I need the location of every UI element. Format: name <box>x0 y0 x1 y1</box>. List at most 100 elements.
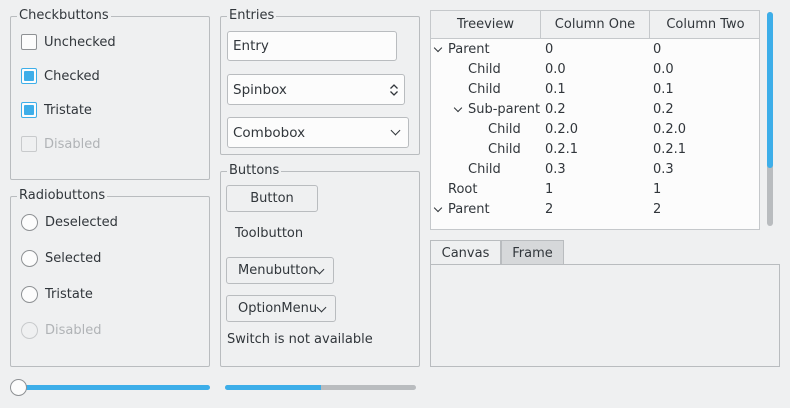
expand-chevron-icon[interactable] <box>433 43 443 53</box>
switch-label: Switch is not available <box>227 332 373 347</box>
tree-cell-column-one: 0.1 <box>545 82 566 97</box>
tree-cell-column-one: 0.2.1 <box>545 142 579 157</box>
tree-row[interactable]: Parent 0 0 <box>431 40 759 60</box>
button[interactable]: Button <box>226 185 318 212</box>
tree-cell-name: Child <box>468 82 501 97</box>
checkbutton-label: Disabled <box>44 136 101 152</box>
checkbutton-disabled: Disabled <box>21 135 100 153</box>
tree-cell-name: Root <box>448 182 478 197</box>
entry-value: Entry <box>233 38 269 54</box>
entry-field[interactable]: Entry <box>227 31 397 61</box>
optionmenu[interactable]: OptionMenu <box>226 295 336 322</box>
tree-cell-name: Child <box>488 142 521 157</box>
checkbutton-checked[interactable]: Checked <box>21 67 100 85</box>
tree-cell-column-two: 0.3 <box>653 162 674 177</box>
scale-trough[interactable] <box>18 385 210 390</box>
progressbar-fill <box>225 385 321 390</box>
tree-row[interactable]: Sub-parent 0.2 0.2 <box>431 100 759 120</box>
combobox-field[interactable]: Combobox <box>227 117 409 148</box>
radiobutton-label: Deselected <box>45 214 118 230</box>
checkbox-unchecked-icon <box>21 34 37 50</box>
tree-cell-column-one: 0.2 <box>545 102 566 117</box>
checkbutton-unchecked[interactable]: Unchecked <box>21 33 116 51</box>
spinbox-field[interactable]: Spinbox <box>227 74 405 105</box>
tree-cell-name: Parent <box>448 42 490 57</box>
radio-off-icon <box>21 213 38 231</box>
tree-row[interactable]: Child 0.3 0.3 <box>431 160 759 180</box>
radiobutton-deselected[interactable]: Deselected <box>21 213 118 231</box>
spin-arrows-icon[interactable] <box>389 83 399 97</box>
checkbox-checked-icon <box>21 68 37 84</box>
expand-chevron-icon[interactable] <box>453 103 463 113</box>
radiobutton-label: Disabled <box>45 322 102 338</box>
tree-header-treeview[interactable]: Treeview <box>431 11 541 39</box>
tree-cell-column-one: 0 <box>545 42 554 57</box>
tree-row[interactable]: Child 0.0 0.0 <box>431 60 759 80</box>
buttons-title: Buttons <box>227 163 282 179</box>
toolbutton-label: Toolbutton <box>235 226 304 241</box>
tree-header-column-one[interactable]: Column One <box>541 11 650 39</box>
checkbox-tristate-icon <box>21 102 37 118</box>
tree-cell-column-one: 2 <box>545 202 554 217</box>
tab-canvas[interactable]: Canvas <box>430 240 501 265</box>
tree-cell-column-one: 0.3 <box>545 162 566 177</box>
tree-cell-name: Child <box>468 162 501 177</box>
tree-cell-column-two: 0.0 <box>653 62 674 77</box>
menubutton[interactable]: Menubutton <box>226 257 334 284</box>
checkbutton-label: Tristate <box>44 102 92 118</box>
toolbutton[interactable]: Toolbutton <box>235 225 303 243</box>
tree-row[interactable]: Parent 2 2 <box>431 200 759 220</box>
scale[interactable] <box>10 378 210 398</box>
checkbuttons-title: Checkbuttons <box>17 8 111 24</box>
radiobutton-label: Tristate <box>45 286 93 302</box>
tab-frame[interactable]: Frame <box>501 240 564 265</box>
treeview[interactable]: Treeview Column One Column Two Parent 0 0 C… <box>430 10 760 230</box>
tree-row[interactable]: Root 1 1 <box>431 180 759 200</box>
radio-disabled-icon <box>21 321 38 339</box>
tree-row[interactable]: Child 0.2.0 0.2.0 <box>431 120 759 140</box>
tree-row[interactable]: Child 0.1 0.1 <box>431 80 759 100</box>
tree-header-label: Column One <box>554 17 636 32</box>
tree-cell-name: Child <box>468 62 501 77</box>
checkbuttons-group: Checkbuttons Unchecked Checked Tristate … <box>10 8 210 180</box>
radiobuttons-group: Radiobuttons Deselected Selected Tristat… <box>10 188 210 367</box>
tree-header-column-two[interactable]: Column Two <box>650 11 759 39</box>
radiobutton-disabled: Disabled <box>21 321 101 339</box>
button-label: Button <box>250 191 294 206</box>
tree-scrollbar[interactable] <box>767 12 773 226</box>
chevron-down-icon <box>316 302 327 313</box>
tree-cell-column-two: 0.2.0 <box>653 122 687 137</box>
radio-off-icon <box>21 249 38 267</box>
scale-handle[interactable] <box>10 379 27 396</box>
radiobutton-label: Selected <box>45 250 102 266</box>
tree-scrollbar-thumb[interactable] <box>767 12 773 168</box>
radiobutton-selected[interactable]: Selected <box>21 249 101 267</box>
checkbutton-label: Unchecked <box>44 34 116 50</box>
tree-cell-column-two: 2 <box>653 202 662 217</box>
radiobuttons-title: Radiobuttons <box>17 188 108 204</box>
tree-cell-name: Parent <box>448 202 490 217</box>
progressbar <box>225 385 416 390</box>
tree-cell-column-one: 0.0 <box>545 62 566 77</box>
tree-cell-column-two: 0.2.1 <box>653 142 687 157</box>
tree-cell-column-two: 0 <box>653 42 662 57</box>
tree-row[interactable]: Child 0.2.1 0.2.1 <box>431 140 759 160</box>
checkbutton-label: Checked <box>44 68 100 84</box>
tree-header-label: Treeview <box>456 17 515 32</box>
tree-cell-name: Sub-parent <box>468 102 541 117</box>
combobox-value: Combobox <box>233 124 306 141</box>
checkbox-disabled-icon <box>21 136 37 152</box>
checkbutton-tristate[interactable]: Tristate <box>21 101 92 119</box>
tree-cell-column-two: 0.1 <box>653 82 674 97</box>
tab-label: Frame <box>512 245 553 261</box>
radiobutton-tristate[interactable]: Tristate <box>21 285 93 303</box>
tree-cell-column-one: 1 <box>545 182 554 197</box>
optionmenu-label: OptionMenu <box>238 301 318 316</box>
radio-off-icon <box>21 285 38 303</box>
notebook-panel <box>430 264 780 367</box>
chevron-down-icon[interactable] <box>390 125 401 136</box>
tree-cell-column-two: 1 <box>653 182 662 197</box>
menubutton-label: Menubutton <box>238 263 317 278</box>
expand-chevron-icon[interactable] <box>433 203 443 213</box>
tree-header-label: Column Two <box>666 17 745 32</box>
